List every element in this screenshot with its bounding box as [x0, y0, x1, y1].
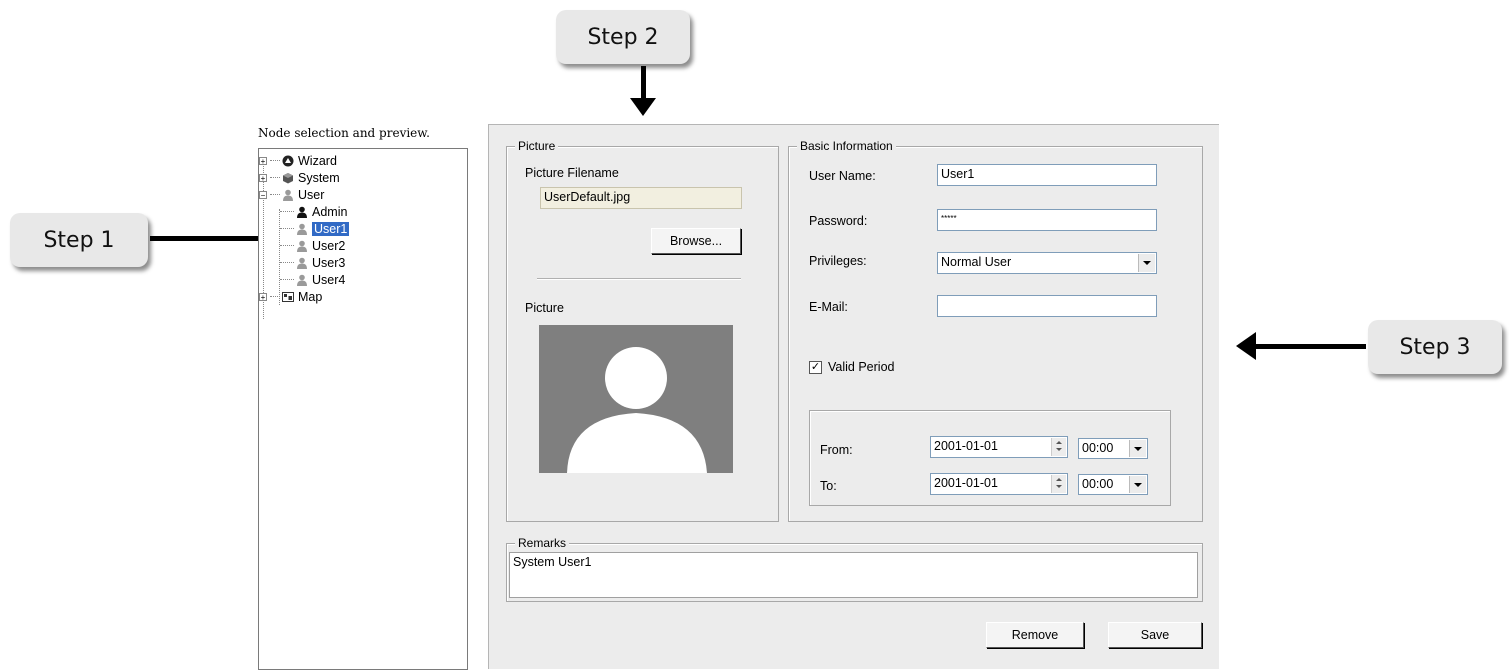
password-label: Password: [809, 214, 868, 228]
expand-icon[interactable]: + [259, 292, 267, 301]
remarks-group: Remarks System User1 [506, 536, 1203, 602]
username-input[interactable]: User1 [937, 164, 1157, 186]
step-1-label: Step 1 [43, 227, 115, 253]
username-label: User Name: [809, 169, 876, 183]
privileges-value: Normal User [941, 255, 1012, 269]
tree-item-label: User2 [312, 238, 346, 253]
basic-information-group: Basic Information User Name: User1 Passw… [788, 139, 1203, 522]
tree-item-user3[interactable]: User3 [280, 254, 345, 271]
to-date-input[interactable]: 2001-01-01 [930, 473, 1068, 495]
dropdown-arrow-icon[interactable] [1138, 254, 1155, 272]
tree-connector [280, 245, 294, 246]
valid-period-checkbox[interactable]: ✓ [809, 361, 822, 374]
email-input[interactable] [937, 295, 1157, 317]
tree-item-wizard[interactable]: + Wizard [259, 152, 337, 169]
tree-item-admin[interactable]: Admin [280, 203, 347, 220]
step-1-callout: Step 1 [10, 213, 148, 267]
system-icon [283, 172, 293, 183]
user-icon [297, 240, 307, 252]
tree-item-user[interactable]: − User [259, 186, 324, 203]
step-3-arrow [1254, 344, 1366, 349]
remarks-textarea[interactable]: System User1 [509, 552, 1198, 598]
tree-item-system[interactable]: + System [259, 169, 340, 186]
from-label: From: [820, 443, 853, 457]
step-2-label: Step 2 [587, 24, 659, 50]
from-date-input[interactable]: 2001-01-01 [930, 436, 1068, 458]
tree-connector [270, 177, 280, 178]
spinner-icon[interactable] [1051, 438, 1066, 456]
user-icon [297, 274, 307, 286]
from-time-value: 00:00 [1082, 441, 1114, 455]
remove-button[interactable]: Remove [986, 622, 1084, 648]
map-icon [282, 291, 294, 302]
to-time-value: 00:00 [1082, 477, 1114, 491]
valid-period-label: Valid Period [828, 360, 895, 374]
browse-button[interactable]: Browse... [651, 228, 741, 254]
admin-user-icon [297, 206, 307, 218]
step-2-arrowhead [630, 98, 656, 116]
tree-item-label: User4 [312, 272, 346, 287]
picture-group: Picture Picture Filename UserDefault.jpg… [506, 139, 779, 522]
user-detail-panel: Picture Picture Filename UserDefault.jpg… [488, 124, 1219, 669]
basic-information-title: Basic Information [797, 139, 896, 153]
separator [537, 278, 741, 280]
user-icon [297, 223, 307, 235]
spinner-icon[interactable] [1051, 475, 1066, 493]
from-time-select[interactable]: 00:00 [1078, 438, 1148, 459]
wizard-icon [282, 155, 294, 166]
privileges-label: Privileges: [809, 254, 867, 268]
save-button[interactable]: Save [1108, 622, 1202, 648]
tree-item-label: User [298, 187, 325, 202]
tree-item-label: User3 [312, 255, 346, 270]
to-date-value: 2001-01-01 [934, 476, 998, 490]
tree-connector [280, 262, 294, 263]
password-input[interactable]: ***** [937, 209, 1157, 231]
tree-item-label-selected: User1 [312, 221, 350, 236]
valid-period-box: From: 2001-01-01 00:00 To: 2001-01-01 00… [809, 410, 1171, 506]
tree-item-user2[interactable]: User2 [280, 237, 345, 254]
step-3-callout: Step 3 [1368, 320, 1502, 374]
expand-icon[interactable]: + [259, 156, 267, 165]
from-date-value: 2001-01-01 [934, 439, 998, 453]
picture-filename-label: Picture Filename [525, 166, 619, 180]
remarks-title: Remarks [515, 536, 570, 550]
collapse-icon[interactable]: − [259, 190, 267, 199]
tree-item-label: Admin [312, 204, 348, 219]
step-3-label: Step 3 [1399, 334, 1471, 360]
privileges-select[interactable]: Normal User [937, 252, 1157, 274]
tree-item-label: System [298, 170, 340, 185]
tree-connector [270, 160, 280, 161]
picture-group-title: Picture [515, 139, 559, 153]
tree-connector [270, 296, 280, 297]
avatar-silhouette-icon [567, 347, 707, 473]
tree-connector [280, 279, 294, 280]
expand-icon[interactable]: + [259, 173, 267, 182]
tree-item-user4[interactable]: User4 [280, 271, 345, 288]
email-label: E-Mail: [809, 300, 848, 314]
avatar-preview [539, 325, 733, 473]
tree-item-label: Map [298, 289, 323, 304]
user-icon [297, 257, 307, 269]
node-tree[interactable]: + Wizard + System − User Admin User1 Use… [258, 148, 468, 670]
step-2-arrow [641, 66, 646, 100]
user-icon [283, 189, 293, 201]
to-label: To: [820, 479, 837, 493]
picture-filename-field[interactable]: UserDefault.jpg [540, 187, 742, 209]
step-2-callout: Step 2 [556, 10, 690, 64]
picture-label: Picture [525, 301, 564, 315]
tree-panel-title: Node selection and preview. [258, 126, 430, 140]
tree-connector [270, 194, 280, 195]
dropdown-arrow-icon[interactable] [1129, 476, 1146, 493]
tree-item-label: Wizard [298, 153, 337, 168]
tree-item-user1[interactable]: User1 [280, 220, 350, 237]
tree-connector [280, 228, 294, 229]
dropdown-arrow-icon[interactable] [1129, 440, 1146, 457]
step-3-arrowhead [1236, 332, 1256, 360]
tree-connector [280, 211, 294, 212]
to-time-select[interactable]: 00:00 [1078, 474, 1148, 495]
tree-item-map[interactable]: + Map [259, 288, 322, 305]
